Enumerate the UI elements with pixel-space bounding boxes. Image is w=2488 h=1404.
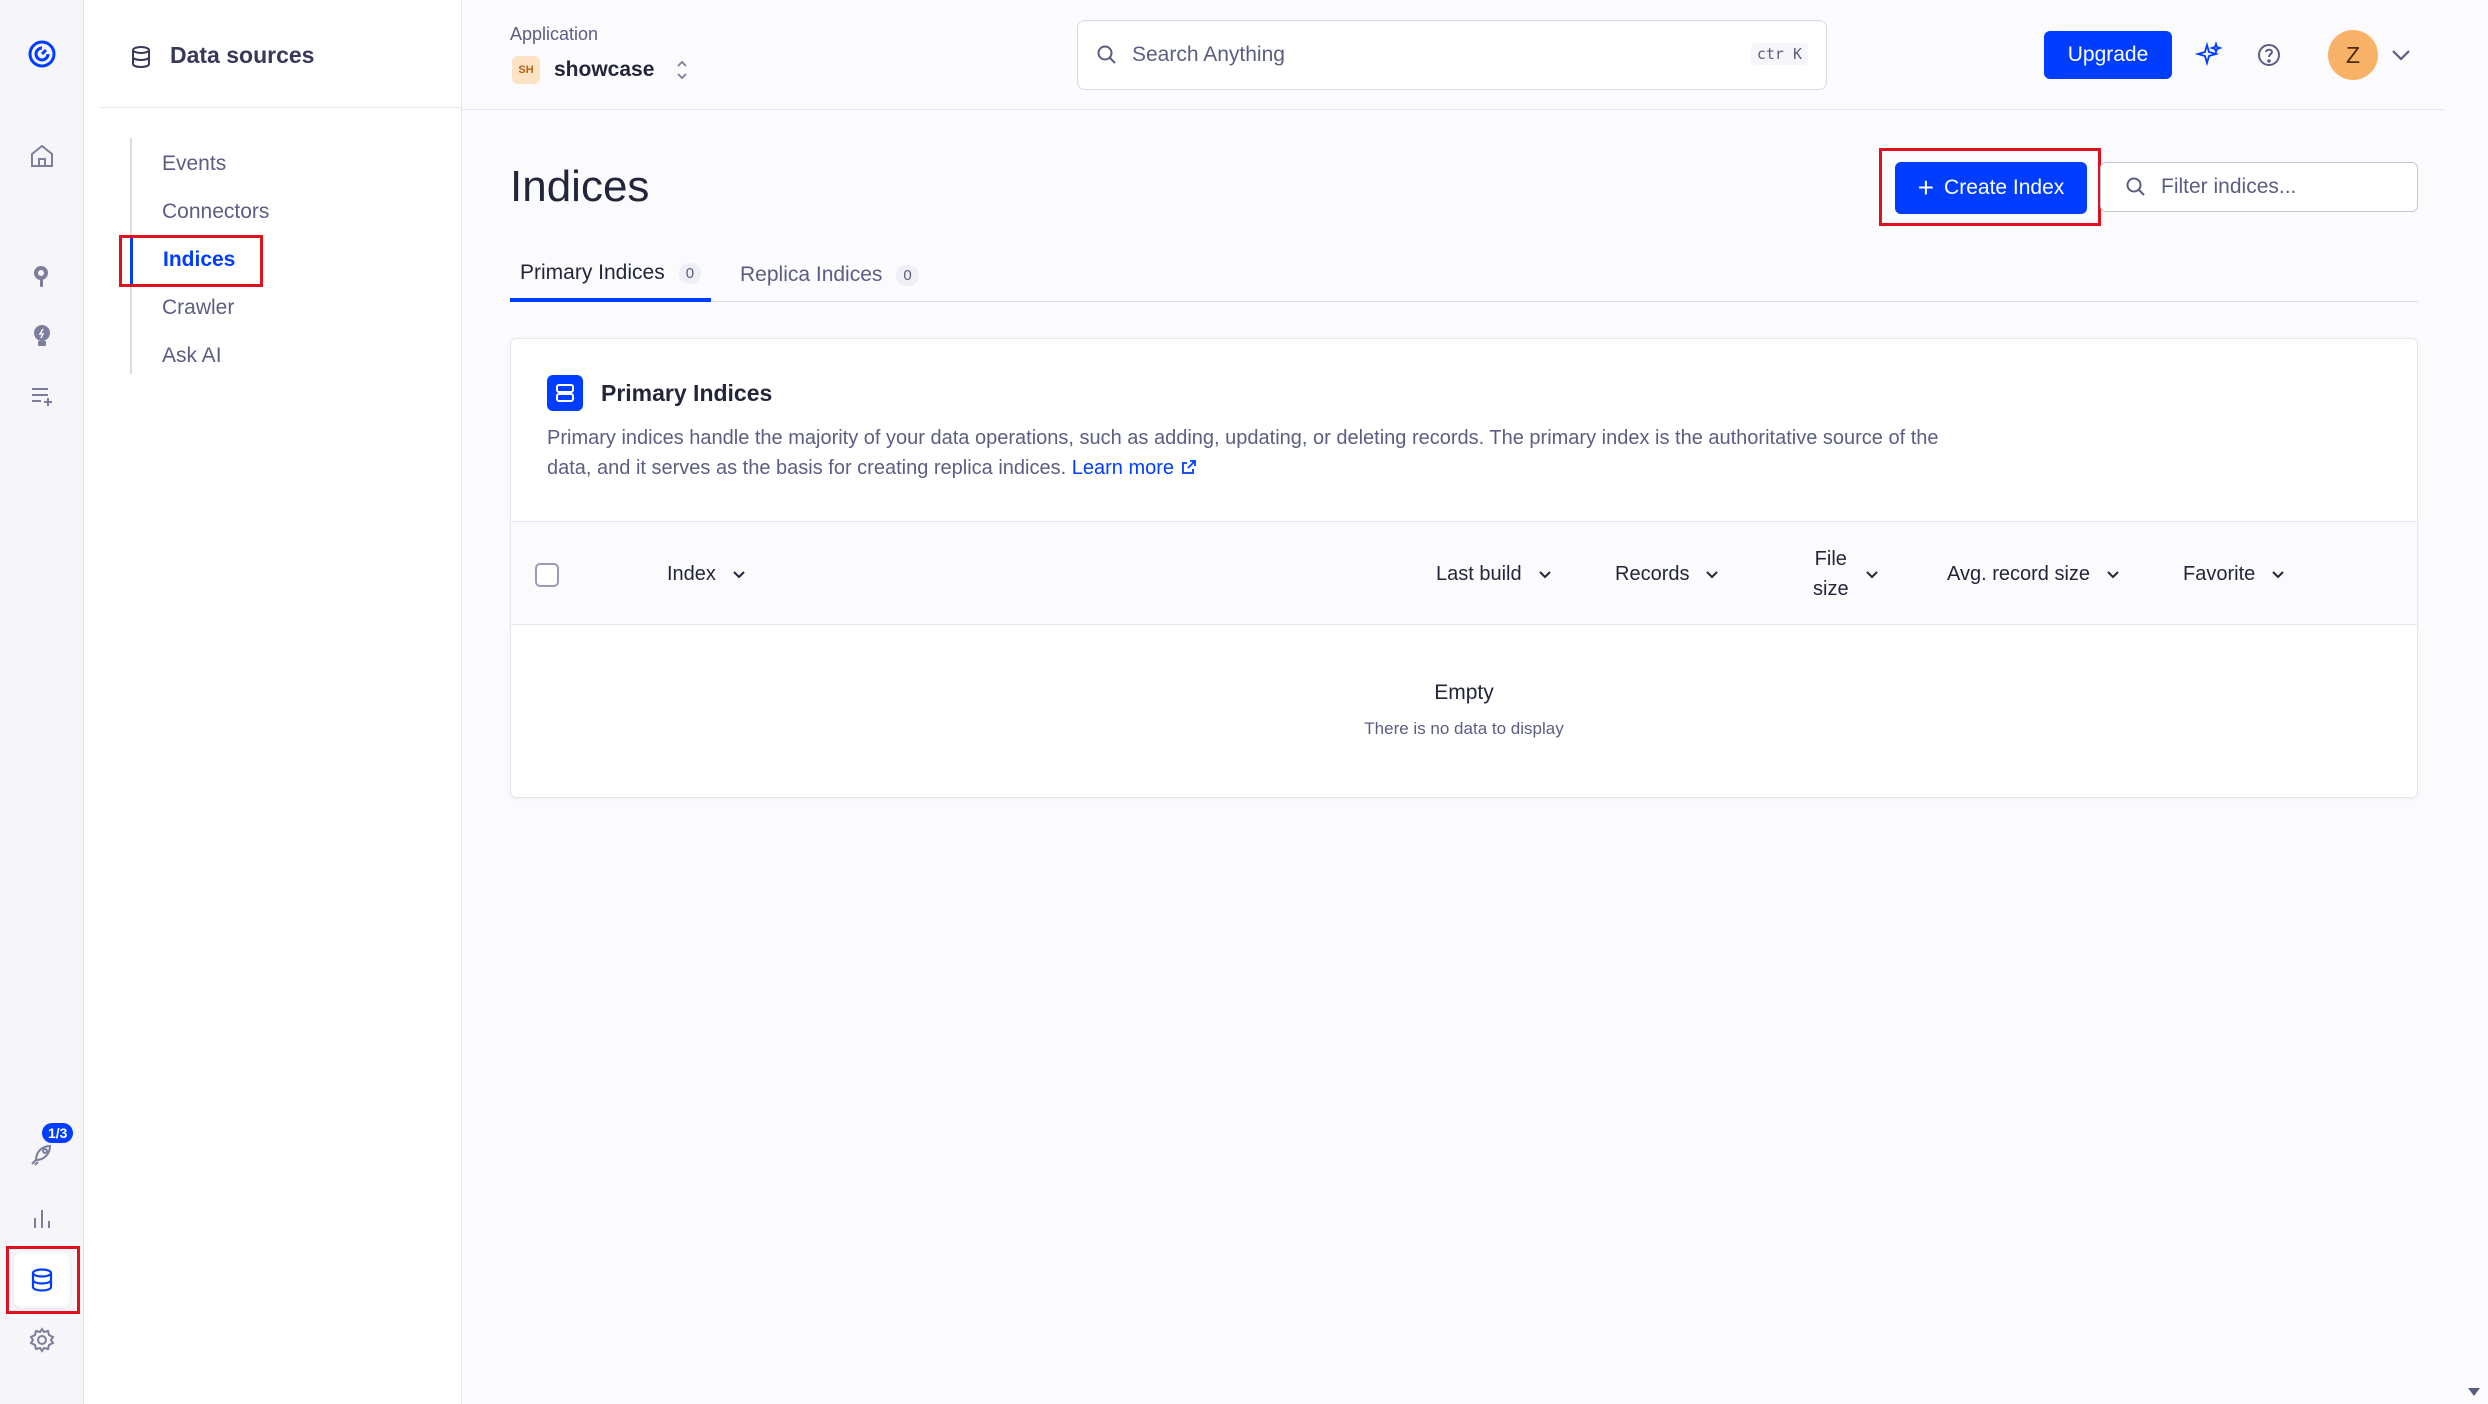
tab-count: 0 <box>678 262 702 284</box>
subnav-header: Data sources <box>100 24 461 108</box>
subnav-item-ask-ai[interactable]: Ask AI <box>132 332 292 380</box>
card-description: Primary indices handle the majority of y… <box>547 423 1947 483</box>
tab-primary-indices[interactable]: Primary Indices 0 <box>510 248 712 302</box>
recommend-bulb-icon[interactable] <box>14 308 70 364</box>
server-stack-icon <box>547 375 583 411</box>
settings-gear-icon[interactable] <box>14 1312 70 1368</box>
home-icon[interactable] <box>14 128 70 184</box>
empty-state-subtitle: There is no data to display <box>1364 719 1564 738</box>
column-label-line1: File <box>1814 548 1847 570</box>
create-index-button[interactable]: + Create Index <box>1895 162 2087 214</box>
playlist-add-icon[interactable] <box>14 368 70 424</box>
column-header-avg-record-size[interactable]: Avg. record size <box>1947 522 2122 626</box>
data-sources-database-icon[interactable] <box>14 1252 70 1308</box>
column-label: Favorite <box>2183 562 2256 585</box>
app-name: showcase <box>554 58 655 81</box>
subnav-item-indices[interactable]: Indices <box>130 236 290 284</box>
select-all-checkbox[interactable] <box>535 563 559 587</box>
subnav-item-events[interactable]: Events <box>132 140 292 188</box>
tab-label: Replica Indices <box>740 263 883 286</box>
empty-state-title: Empty <box>1434 681 1494 704</box>
tab-replica-indices[interactable]: Replica Indices 0 <box>730 248 929 302</box>
user-avatar[interactable]: Z <box>2328 30 2378 80</box>
chevron-down-icon[interactable] <box>2388 42 2414 68</box>
upgrade-button[interactable]: Upgrade <box>2044 31 2172 79</box>
chevron-down-icon <box>2107 571 2119 579</box>
learn-more-link[interactable]: Learn more <box>1072 457 1198 479</box>
application-switcher[interactable]: SH showcase <box>512 56 690 84</box>
top-bar: Application SH showcase ctr K Upgrade Z <box>462 0 2444 110</box>
onboarding-badge: 1/3 <box>42 1123 74 1143</box>
card-header: Primary Indices <box>547 375 772 411</box>
chevron-up-down-icon <box>677 60 688 80</box>
column-label: Avg. record size <box>1947 562 2091 585</box>
chevron-down-icon <box>1706 571 1719 579</box>
data-sources-subnav: Data sources Events Connectors Indices C… <box>84 0 462 1404</box>
chevron-down-icon <box>733 571 745 579</box>
external-link-icon <box>1182 460 1196 474</box>
search-input[interactable] <box>1132 43 1732 67</box>
create-index-label: Create Index <box>1944 176 2065 199</box>
filter-indices-input[interactable] <box>2161 175 2401 199</box>
column-header-last-build[interactable]: Last build <box>1436 522 1554 626</box>
global-search[interactable]: ctr K <box>1077 20 1827 90</box>
subnav-title: Data sources <box>170 42 315 68</box>
chevron-down-icon <box>1538 571 1551 579</box>
column-label: Records <box>1615 562 1690 585</box>
description-text: Primary indices handle the majority of y… <box>547 427 1939 479</box>
column-label: File size <box>1813 544 1849 604</box>
learn-more-label: Learn more <box>1071 457 1175 479</box>
column-label-line2: size <box>1813 578 1849 600</box>
column-header-records[interactable]: Records <box>1615 522 1721 626</box>
app-avatar: SH <box>512 56 540 84</box>
page-title: Indices <box>510 162 650 211</box>
column-header-index[interactable]: Index <box>667 522 748 626</box>
subnav-list: Events Connectors Indices Crawler Ask AI <box>130 138 330 374</box>
analytics-chart-icon[interactable] <box>14 1190 70 1246</box>
column-label: Last build <box>1436 562 1522 585</box>
card-title: Primary Indices <box>601 379 773 406</box>
search-shortcut: ctr K <box>1750 43 1808 65</box>
application-label: Application <box>510 24 599 44</box>
database-icon <box>132 46 150 69</box>
icon-rail: 1/3 <box>0 0 84 1404</box>
help-icon[interactable] <box>2252 38 2286 72</box>
subnav-item-crawler[interactable]: Crawler <box>132 284 292 332</box>
search-icon <box>2126 177 2145 196</box>
filter-indices[interactable] <box>2100 162 2418 212</box>
tab-label: Primary Indices <box>520 261 665 284</box>
column-label: Index <box>667 562 716 585</box>
subnav-item-connectors[interactable]: Connectors <box>132 188 292 236</box>
search-product-icon[interactable] <box>14 248 70 304</box>
chevron-down-icon <box>1865 571 1878 579</box>
index-tabs: Primary Indices 0 Replica Indices 0 <box>510 248 2418 302</box>
tab-count: 0 <box>896 264 919 286</box>
chevron-down-icon <box>2272 571 2284 579</box>
algolia-logo-icon[interactable] <box>14 26 70 82</box>
primary-indices-card: Primary Indices Primary indices handle t… <box>510 338 2418 798</box>
ai-sparkle-icon[interactable] <box>2192 38 2226 72</box>
scroll-down-arrow-icon[interactable] <box>2466 1384 2482 1400</box>
column-header-file-size[interactable]: File size <box>1813 522 1881 626</box>
plus-icon: + <box>1917 172 1935 203</box>
table-header: Index Last build Records File size Avg. r… <box>511 521 2417 625</box>
search-icon <box>1097 45 1116 64</box>
column-header-favorite[interactable]: Favorite <box>2183 522 2287 626</box>
